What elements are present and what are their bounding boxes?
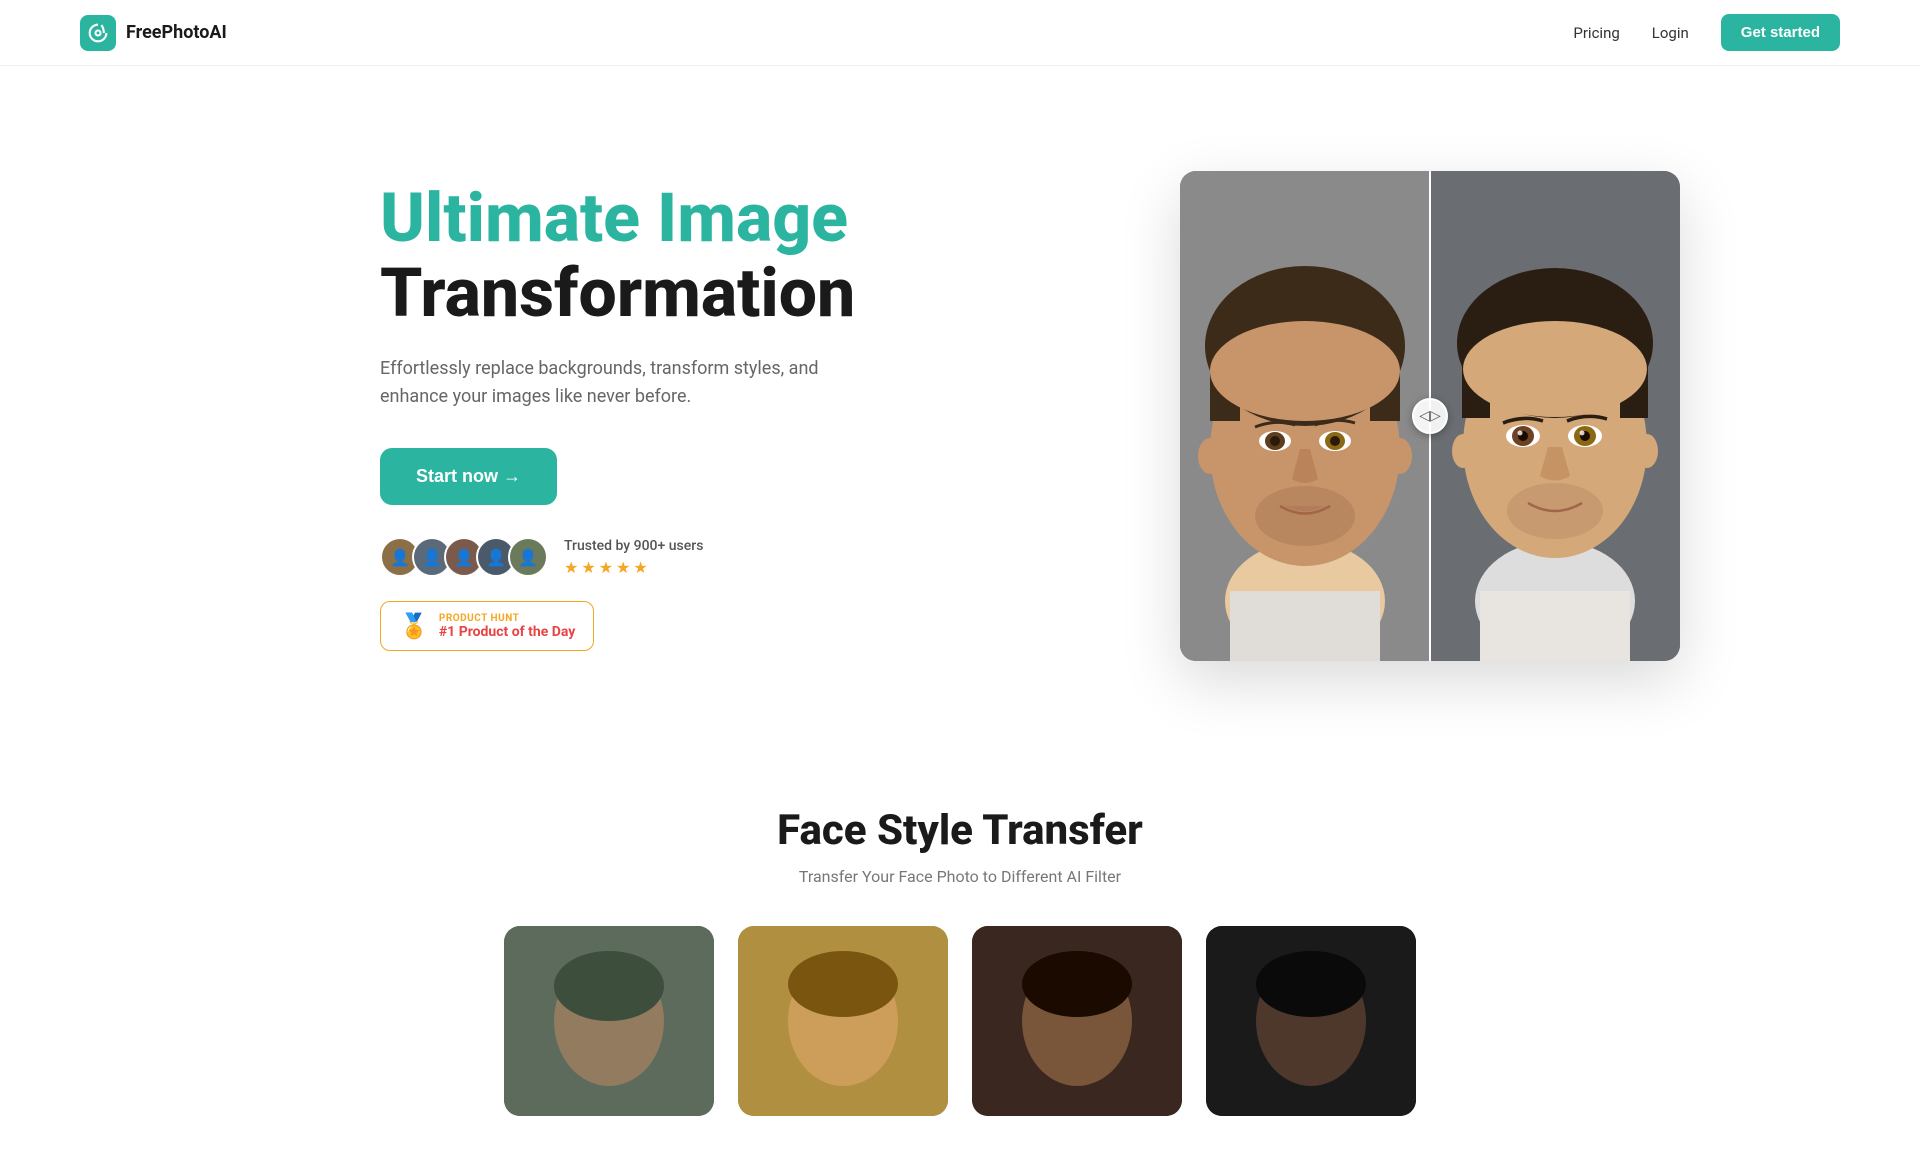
star-4: ★ [616,558,630,577]
star-1: ★ [564,558,578,577]
logo-text: FreePhotoAI [126,22,227,43]
divider-handle[interactable]: ◁▷ [1412,398,1448,434]
hero-section: Ultimate Image Transformation Effortless… [0,66,1920,746]
start-now-button[interactable]: Start now → [380,448,557,505]
face-card-3[interactable] [972,926,1182,1116]
hero-subtitle: Effortlessly replace backgrounds, transf… [380,355,860,413]
handle-icon: ◁▷ [1419,408,1441,424]
face-style-subtitle: Transfer Your Face Photo to Different AI… [80,867,1840,886]
face-style-section: Face Style Transfer Transfer Your Face P… [0,746,1920,1156]
get-started-button[interactable]: Get started [1721,14,1840,51]
comparison-slider[interactable]: ◁▷ [1180,171,1680,661]
product-hunt-label: PRODUCT HUNT [439,613,575,624]
face-style-title: Face Style Transfer [80,806,1840,855]
navbar: FreePhotoAI Pricing Login Get started [0,0,1920,66]
product-hunt-info: PRODUCT HUNT #1 Product of the Day [439,613,575,640]
face-card-1[interactable] [504,926,714,1116]
face-card-2[interactable] [738,926,948,1116]
logo-icon [80,15,116,51]
login-link[interactable]: Login [1652,24,1689,42]
hero-content: Ultimate Image Transformation Effortless… [380,181,860,651]
star-2: ★ [581,558,595,577]
face-cards [80,926,1840,1116]
product-hunt-badge[interactable]: 🏅 PRODUCT HUNT #1 Product of the Day [380,601,594,651]
comparison-right [1430,171,1680,661]
product-hunt-icon: 🏅 [399,612,429,640]
trust-text: Trusted by 900+ users [564,538,703,554]
trust-section: 👤 👤 👤 👤 👤 Trusted by 900+ users ★ ★ ★ ★ … [380,537,860,577]
avatar-5: 👤 [508,537,548,577]
face-card-4[interactable] [1206,926,1416,1116]
hero-image: ◁▷ [1160,171,1700,661]
hero-title: Ultimate Image Transformation [380,181,860,331]
hero-title-dark: Transformation [380,253,855,333]
logo[interactable]: FreePhotoAI [80,15,227,51]
star-5: ★ [633,558,647,577]
trust-info: Trusted by 900+ users ★ ★ ★ ★ ★ [564,538,703,577]
star-3: ★ [599,558,613,577]
user-avatars: 👤 👤 👤 👤 👤 [380,537,548,577]
comparison-left [1180,171,1430,661]
star-rating: ★ ★ ★ ★ ★ [564,558,703,577]
hero-title-colored: Ultimate Image [380,178,848,258]
pricing-link[interactable]: Pricing [1573,24,1619,42]
product-hunt-title: #1 Product of the Day [439,624,575,640]
nav-links: Pricing Login Get started [1573,14,1840,51]
